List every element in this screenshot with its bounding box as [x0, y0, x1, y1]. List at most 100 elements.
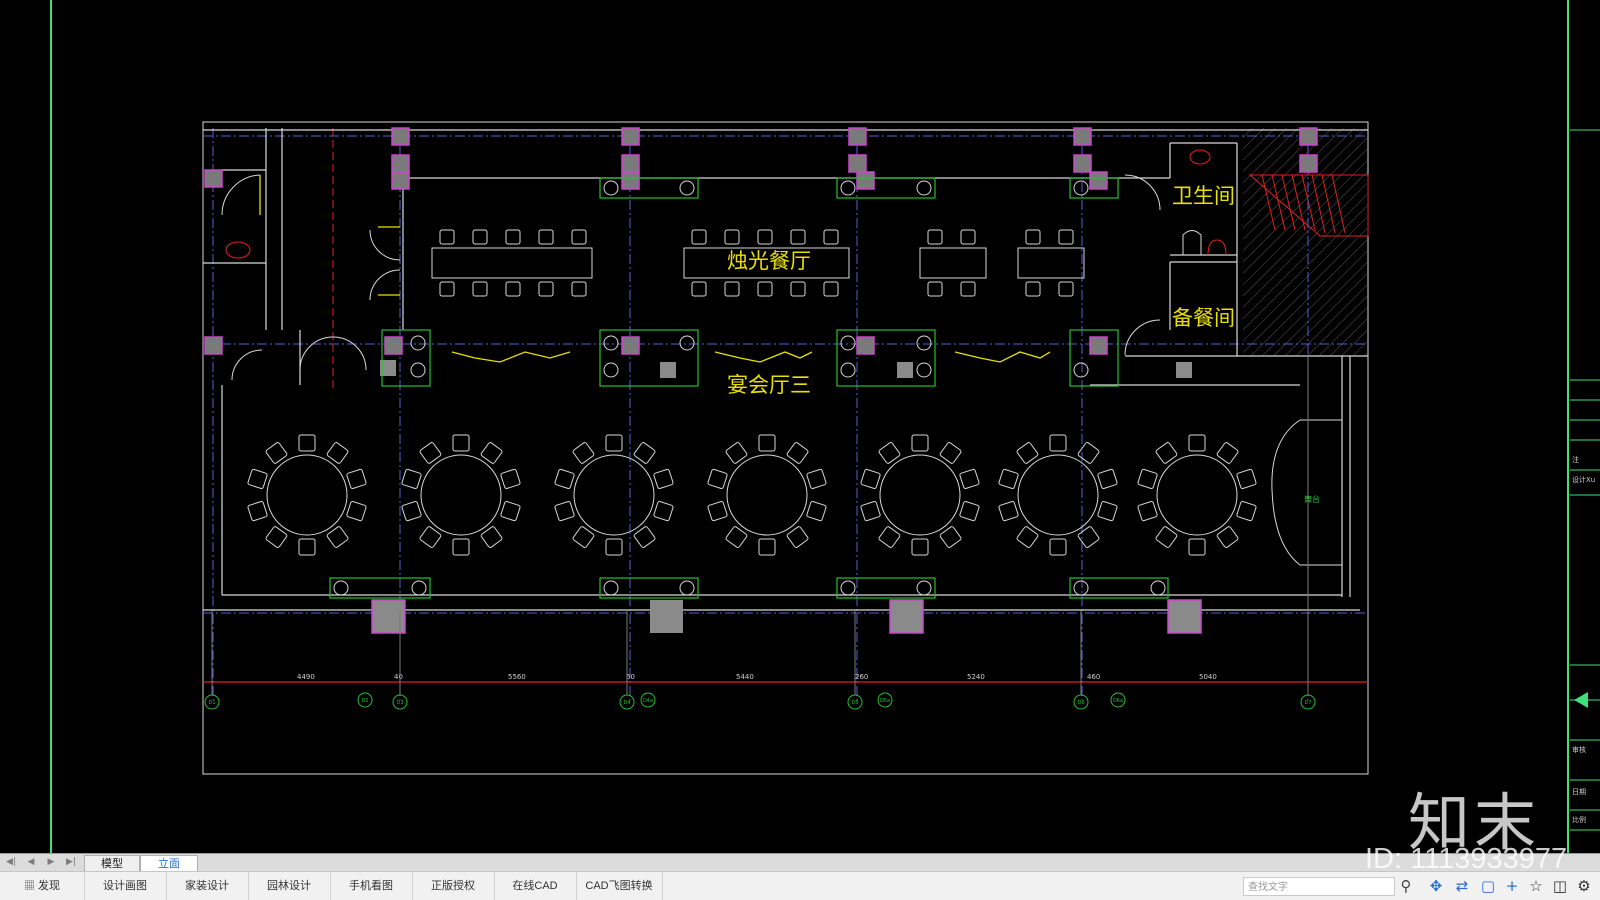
zoom-window-icon[interactable]: ▢ [1478, 876, 1498, 896]
dining-chair [724, 281, 740, 297]
banquet-chair [605, 538, 623, 556]
license-button[interactable]: 正版授权 [412, 872, 495, 900]
cad-convert-button[interactable]: CAD飞图转换 [576, 872, 663, 900]
dining-chair [505, 281, 521, 297]
dimension-text: 4490 [297, 673, 315, 681]
banquet-chair [1016, 526, 1039, 548]
banquet-chair [452, 434, 470, 452]
axis-tag-text: D4a [643, 698, 653, 704]
banquet-chair [1236, 501, 1257, 522]
dining-chair [439, 281, 455, 297]
dining-chair [1025, 281, 1041, 297]
axis-tag-text: D1 [208, 700, 215, 706]
home-design-button[interactable]: 家装设计 [166, 872, 249, 900]
banquet-chair [1188, 538, 1206, 556]
online-cad-button[interactable]: 在线CAD [494, 872, 577, 900]
dining-chair [691, 281, 707, 297]
dimension-text: 260 [855, 673, 868, 681]
search-text-input[interactable]: 查找文字 [1243, 877, 1395, 896]
axis-tag-text: D6a [1113, 698, 1123, 704]
dining-chair [1058, 229, 1074, 245]
banquet-chair [554, 501, 575, 522]
banquet-chair [1216, 526, 1239, 548]
banquet-chair [959, 501, 980, 522]
banquet-chair [1216, 442, 1239, 464]
dining-chair [1058, 281, 1074, 297]
banquet-chair [452, 538, 470, 556]
dining-chair [790, 281, 806, 297]
settings-icon[interactable]: ⚙ [1574, 876, 1594, 896]
prev-tab-icon[interactable]: ◀ [24, 856, 38, 869]
banquet-chair [878, 526, 901, 548]
dimension-text: 5040 [1199, 673, 1217, 681]
banquet-chair [572, 442, 595, 464]
round-table [266, 454, 348, 536]
next-tab-icon[interactable]: ▶ [44, 856, 58, 869]
dining-chair [571, 229, 587, 245]
3d-view-icon[interactable]: ◫ [1550, 876, 1570, 896]
banquet-chair [1137, 501, 1158, 522]
last-tab-icon[interactable]: ▶| [64, 856, 78, 869]
dining-chair [472, 229, 488, 245]
axis-tag-text: D6 [1077, 700, 1084, 706]
banquet-chair [419, 526, 442, 548]
title-block-text: Xu [1586, 476, 1595, 484]
banquet-chair [1236, 468, 1257, 489]
title-block-text: 日期 [1572, 788, 1586, 796]
room-label-restroom: 卫生间 [1172, 184, 1235, 208]
banquet-chair [480, 526, 503, 548]
round-table [1156, 454, 1238, 536]
watermark-id: ID: 1113933977 [1365, 843, 1568, 875]
pan-icon[interactable]: ✥ [1426, 876, 1446, 896]
banquet-chair [707, 501, 728, 522]
crosshair-icon[interactable]: + [1502, 876, 1522, 896]
star-icon[interactable]: ☆ [1526, 876, 1546, 896]
design-drawing-button[interactable]: 设计画图 [84, 872, 167, 900]
discover-button[interactable]: ▦ 发现 [0, 872, 85, 900]
dining-chair [757, 229, 773, 245]
dining-chair [724, 229, 740, 245]
banquet-chair [247, 501, 268, 522]
tab-model[interactable]: 模型 [84, 855, 140, 872]
garden-design-button[interactable]: 园林设计 [248, 872, 331, 900]
banquet-chair [725, 442, 748, 464]
banquet-chair [959, 468, 980, 489]
banquet-chair [878, 442, 901, 464]
dining-chair [691, 229, 707, 245]
cad-viewer-window: 注 设计 Xu 审核 日期 比例 舞台 烛光餐厅 宴会厅三 卫生间 备餐间 44… [0, 0, 1600, 900]
round-table [1017, 454, 1099, 536]
banquet-chair [725, 526, 748, 548]
dining-chair [823, 229, 839, 245]
dining-chair [439, 229, 455, 245]
banquet-chair [786, 526, 809, 548]
banquet-chair [500, 468, 521, 489]
banquet-chair [998, 468, 1019, 489]
discover-label: 发现 [38, 880, 61, 892]
tab-layout[interactable]: 立面 [140, 855, 198, 872]
banquet-chair [939, 526, 962, 548]
dining-chair [538, 229, 554, 245]
zoom-extents-icon[interactable]: ⇄ [1452, 876, 1472, 896]
dimension-text: 460 [1087, 673, 1100, 681]
dining-chair [790, 229, 806, 245]
axis-tags [204, 692, 1316, 710]
room-label-candle-dining: 烛光餐厅 [727, 249, 811, 273]
banquet-chair [1077, 526, 1100, 548]
drawing-canvas[interactable]: 注 设计 Xu 审核 日期 比例 舞台 烛光餐厅 宴会厅三 卫生间 备餐间 44… [0, 0, 1600, 853]
banquet-chair [1097, 501, 1118, 522]
banquet-chair [806, 501, 827, 522]
first-tab-icon[interactable]: ◀| [4, 856, 18, 869]
mobile-view-button[interactable]: 手机看图 [330, 872, 413, 900]
curtains [259, 175, 1051, 363]
layout-tab-strip: ◀| ◀ ▶ ▶| 模型 立面 [0, 853, 1600, 872]
banquet-chair [633, 442, 656, 464]
dining-chair [927, 281, 943, 297]
search-icon[interactable]: ⚲ [1396, 876, 1416, 896]
banquet-chair [758, 538, 776, 556]
banquet-chair [298, 538, 316, 556]
dining-chair [927, 229, 943, 245]
banquet-chair [247, 468, 268, 489]
column-gray [650, 600, 683, 633]
room-label-banquet-hall: 宴会厅三 [727, 373, 811, 397]
dimension-text: 5440 [736, 673, 754, 681]
